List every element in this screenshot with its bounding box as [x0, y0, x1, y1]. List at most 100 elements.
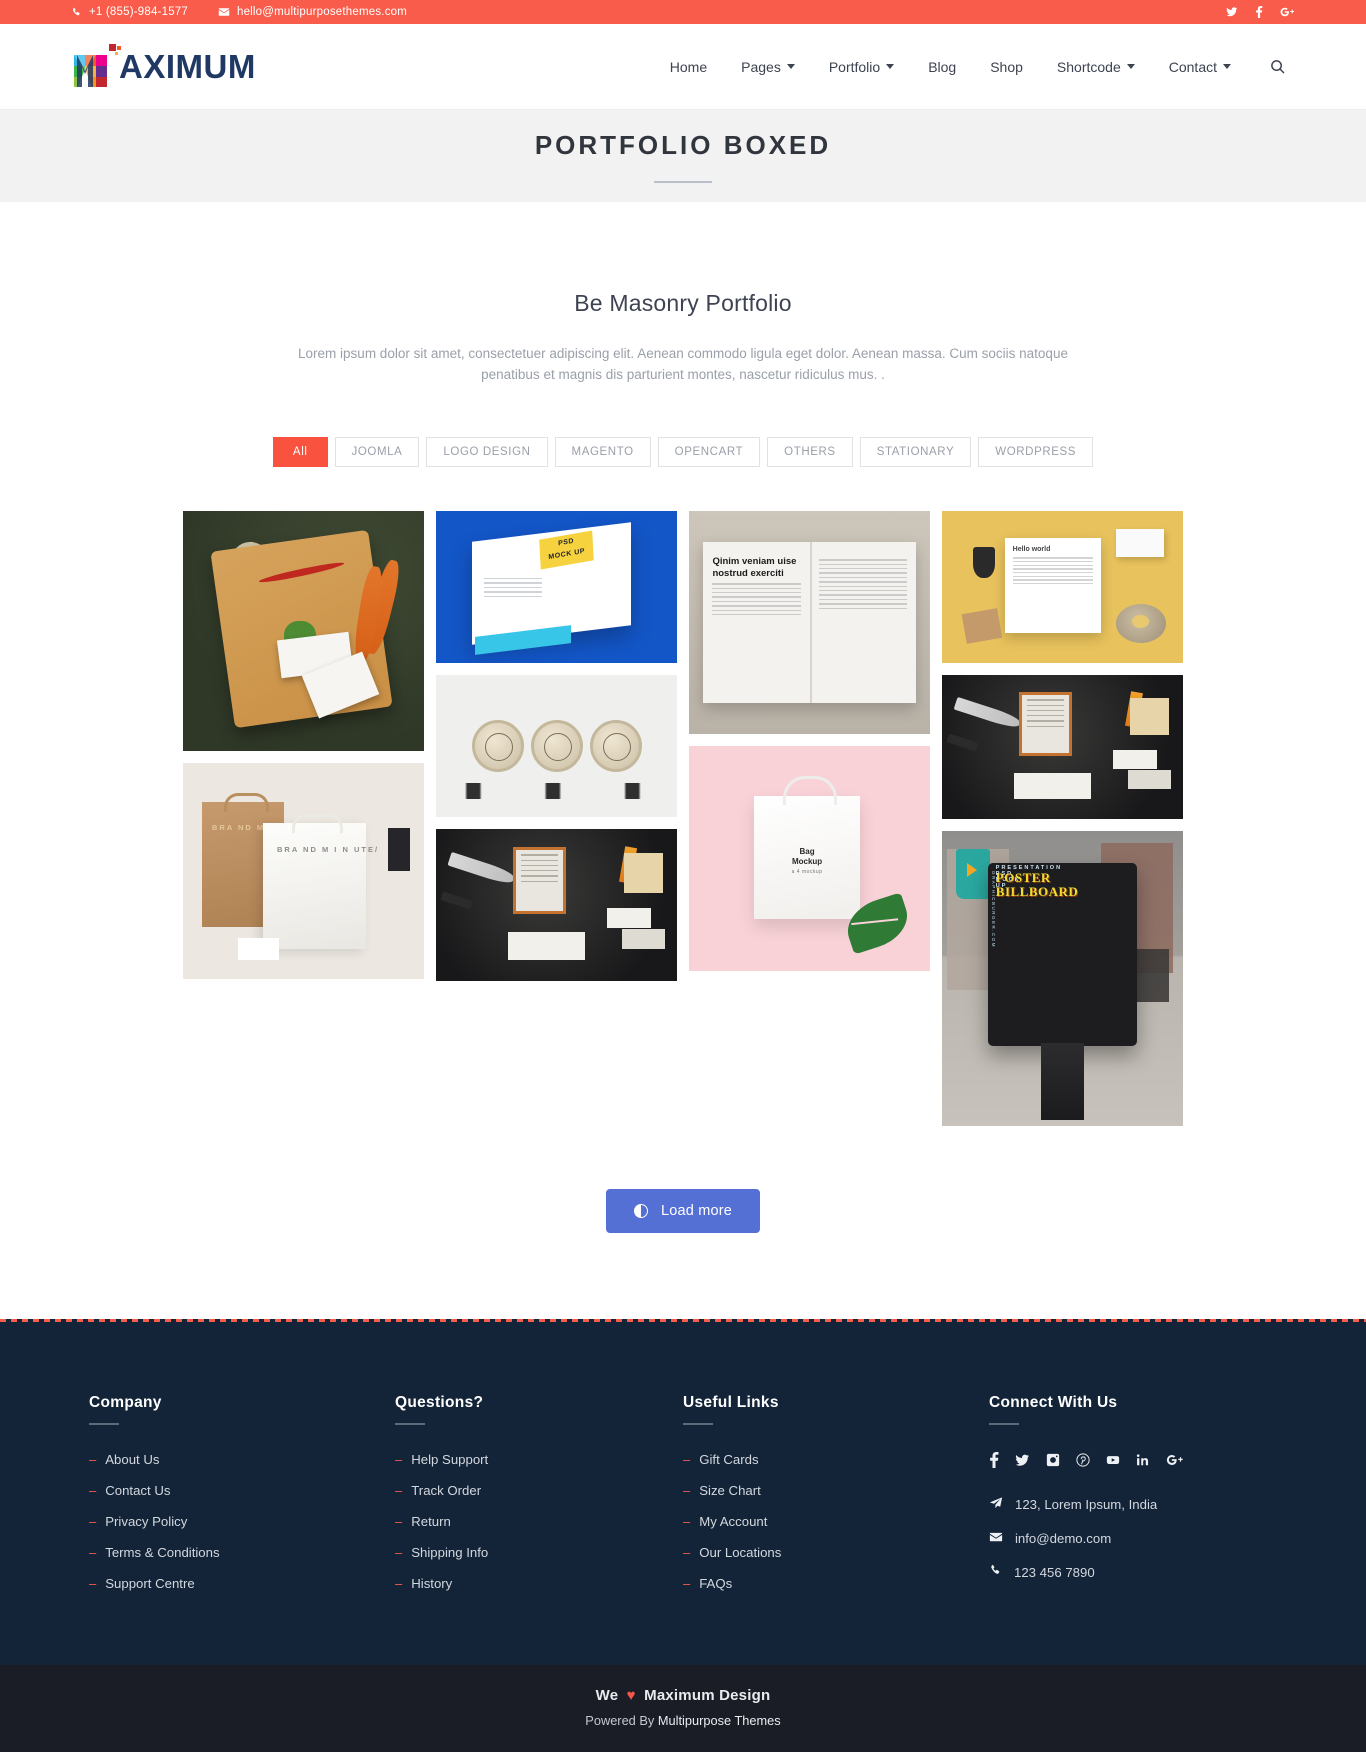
filter-others[interactable]: OTHERS	[767, 437, 853, 467]
filter-logo-design[interactable]: LOGO DESIGN	[426, 437, 548, 467]
footer-column-title: Connect With Us	[989, 1394, 1118, 1411]
nav-item-contact[interactable]: Contact	[1152, 59, 1248, 75]
portfolio-item-psd-mockup-blue-sheet[interactable]: PSD MOCK UP	[436, 511, 677, 663]
footer-link[interactable]: My Account	[699, 1514, 767, 1529]
portfolio-item-shopping-bags-branding[interactable]: BRA ND M I N UTE/ BRA ND M I N UTE/	[183, 763, 424, 979]
footer-link[interactable]: Privacy Policy	[105, 1514, 187, 1529]
string-tails-shape	[436, 783, 677, 799]
search-icon[interactable]	[1248, 59, 1295, 74]
portfolio-item-open-book-magazine-spread[interactable]: Qinim veniam uise nostrud exerciti	[689, 511, 930, 734]
nav-label: Shop	[990, 58, 1023, 75]
portfolio-item-yellow-stationery-flatlay[interactable]: Hello world	[942, 511, 1183, 663]
nav-item-blog[interactable]: Blog	[911, 59, 973, 75]
list-item[interactable]: – Our Locations	[683, 1545, 959, 1560]
facebook-icon[interactable]	[989, 1452, 999, 1468]
footer-link[interactable]: Track Order	[411, 1483, 481, 1498]
linkedin-icon[interactable]	[1136, 1453, 1150, 1467]
list-item[interactable]: – Track Order	[395, 1483, 653, 1498]
footer-link[interactable]: Our Locations	[699, 1545, 781, 1560]
filter-joomla[interactable]: JOOMLA	[334, 437, 420, 467]
footer-link[interactable]: Gift Cards	[699, 1452, 758, 1467]
filter-wordpress[interactable]: WORDPRESS	[978, 437, 1094, 467]
google-plus-icon[interactable]	[1166, 1453, 1184, 1467]
load-more-button[interactable]: Load more	[605, 1189, 761, 1233]
list-item[interactable]: – About Us	[89, 1452, 347, 1467]
topbar-email[interactable]: hello@multipurposethemes.com	[218, 6, 407, 18]
pinterest-icon[interactable]	[1076, 1453, 1090, 1467]
footer-link[interactable]: About Us	[105, 1452, 159, 1467]
list-item[interactable]: – Shipping Info	[395, 1545, 653, 1560]
dash-bullet-icon: –	[89, 1576, 97, 1591]
footer-column-title: Useful Links	[683, 1394, 779, 1411]
knife-blade-shape	[953, 696, 1022, 730]
twitter-icon[interactable]	[1015, 1453, 1030, 1468]
nav-item-pages[interactable]: Pages	[724, 59, 812, 75]
maximum-mosaic-m-logo	[71, 41, 123, 93]
filter-all[interactable]: All	[272, 437, 328, 467]
list-item[interactable]: – Size Chart	[683, 1483, 959, 1498]
list-item[interactable]: – Privacy Policy	[89, 1514, 347, 1529]
footer-link[interactable]: Help Support	[411, 1452, 488, 1467]
footer-link[interactable]: Support Centre	[105, 1576, 194, 1591]
filter-opencart[interactable]: OPENCART	[657, 437, 761, 467]
billboard-frame-shape: PSD MOCK-UP GRAPHICBURGER.COM POSTER BIL…	[987, 863, 1138, 1047]
youtube-icon[interactable]	[1106, 1453, 1120, 1467]
portfolio-item-food-branding-cutting-board[interactable]	[183, 511, 424, 751]
list-item[interactable]: – Terms & Conditions	[89, 1545, 347, 1560]
footer-link[interactable]: Return	[411, 1514, 451, 1529]
dash-bullet-icon: –	[683, 1452, 691, 1467]
menu-card-shape	[1019, 692, 1073, 756]
list-item[interactable]: – Contact Us	[89, 1483, 347, 1498]
topbar-social-links	[1226, 6, 1295, 18]
business-cards-shape	[238, 937, 280, 960]
filter-magento[interactable]: MAGENTO	[554, 437, 651, 467]
topbar-phone[interactable]: +1 (855)-984-1577	[71, 6, 188, 18]
twitter-icon[interactable]	[1226, 6, 1238, 18]
envelope-shape	[1014, 772, 1092, 799]
list-item[interactable]: – Return	[395, 1514, 653, 1529]
footer-column-connect: Connect With Us 123, Lorem Ipsum, India …	[989, 1394, 1295, 1607]
portfolio-item-honey-label-coins[interactable]	[436, 675, 677, 817]
phone-icon	[71, 7, 82, 18]
nav-item-portfolio[interactable]: Portfolio	[812, 59, 911, 75]
nav-item-shop[interactable]: Shop	[973, 59, 1040, 75]
portfolio-item-dark-branding-flatlay[interactable]	[942, 675, 1183, 819]
footer-link[interactable]: Contact Us	[105, 1483, 170, 1498]
portfolio-column-2: PSD MOCK UP	[436, 511, 677, 1126]
site-logo[interactable]: AXIMUM	[71, 37, 256, 97]
dash-bullet-icon: –	[683, 1483, 691, 1498]
footer-link[interactable]: FAQs	[699, 1576, 732, 1591]
book-right-page	[810, 542, 916, 703]
instagram-icon[interactable]	[1046, 1453, 1060, 1467]
list-item[interactable]: – Gift Cards	[683, 1452, 959, 1467]
powered-by-brand[interactable]: Multipurpose Themes	[658, 1713, 781, 1728]
footer-link[interactable]: Terms & Conditions	[105, 1545, 219, 1560]
text-lines-shape	[484, 577, 543, 611]
footer-phone-row[interactable]: 123 456 7890	[989, 1564, 1265, 1580]
list-item[interactable]: – My Account	[683, 1514, 959, 1529]
footer-link[interactable]: Size Chart	[699, 1483, 761, 1498]
page-title: PORTFOLIO BOXED	[534, 129, 832, 160]
rubber-stamp-shape	[973, 547, 996, 578]
business-card-shape	[1113, 749, 1157, 769]
portfolio-item-poster-billboard-street[interactable]: PSD MOCK-UP GRAPHICBURGER.COM POSTER BIL…	[942, 831, 1183, 1126]
list-item[interactable]: – Help Support	[395, 1452, 653, 1467]
footer-email-row[interactable]: info@demo.com	[989, 1530, 1265, 1547]
site-footer: Company – About Us – Contact Us – Privacy P…	[0, 1322, 1366, 1665]
notepad-shape	[624, 853, 663, 893]
list-item[interactable]: – History	[395, 1576, 653, 1591]
facebook-icon[interactable]	[1255, 6, 1263, 18]
google-plus-icon[interactable]	[1280, 6, 1295, 18]
list-item[interactable]: – Support Centre	[89, 1576, 347, 1591]
footer-link[interactable]: History	[411, 1576, 452, 1591]
portfolio-item-dark-stationery-knife-set[interactable]	[436, 829, 677, 981]
footer-title-underline	[395, 1423, 425, 1425]
portfolio-item-pink-paper-bag-mockup[interactable]: Bag Mockup a 4 mockup	[689, 746, 930, 971]
powered-by-line: Powered By Multipurpose Themes	[0, 1713, 1366, 1728]
filter-stationary[interactable]: STATIONARY	[859, 437, 972, 467]
list-item[interactable]: – FAQs	[683, 1576, 959, 1591]
nav-item-shortcode[interactable]: Shortcode	[1040, 59, 1152, 75]
business-card-shape	[1127, 770, 1171, 789]
footer-link[interactable]: Shipping Info	[411, 1545, 488, 1560]
nav-item-home[interactable]: Home	[653, 59, 724, 75]
